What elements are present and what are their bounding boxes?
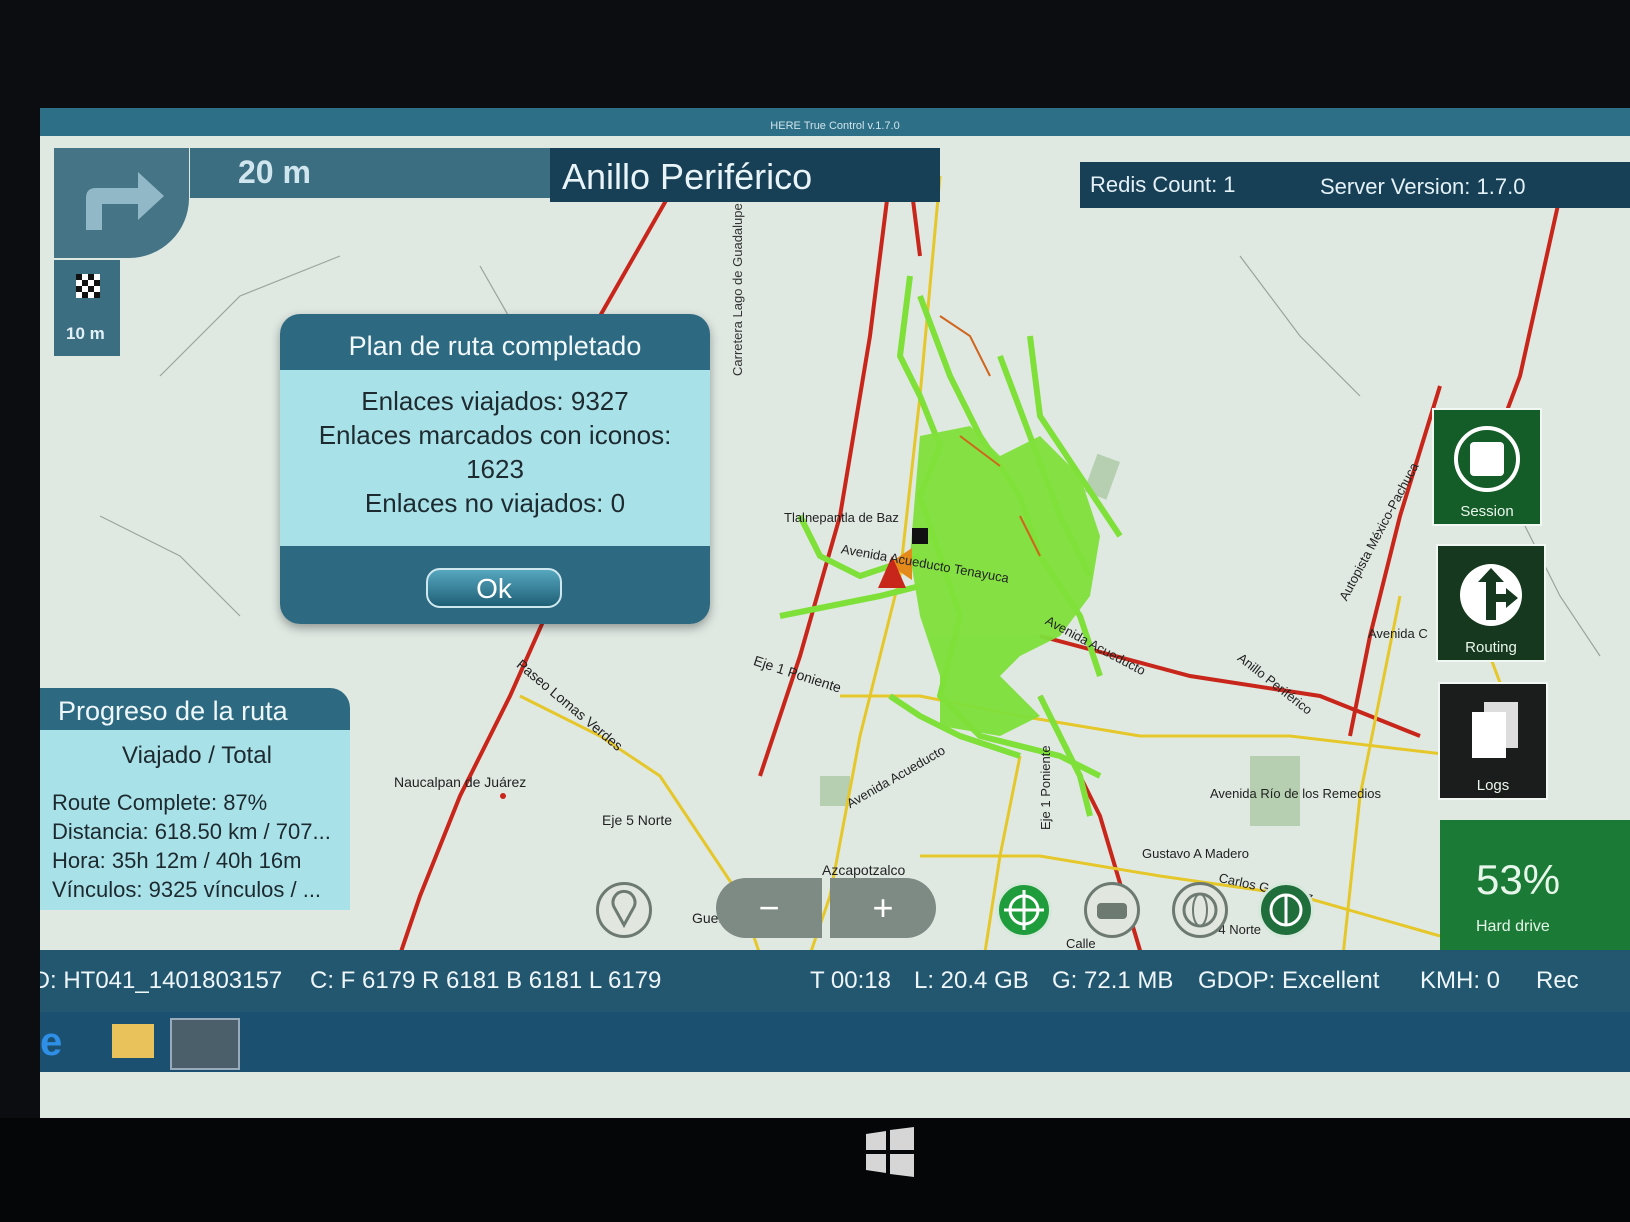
- route-complete: Route Complete: 87%: [52, 790, 268, 815]
- session-button[interactable]: Session: [1432, 408, 1542, 526]
- map-label-calle: Calle: [1066, 936, 1096, 951]
- windows-logo-icon[interactable]: [864, 1126, 916, 1178]
- globe-button[interactable]: [1172, 882, 1228, 938]
- links-marked-label: Enlaces marcados con iconos:: [318, 420, 672, 450]
- car-icon: [1097, 903, 1127, 919]
- links-marked-value: 1623: [466, 454, 524, 484]
- route-progress-panel: Progreso de la ruta Viajado / Total Rout…: [40, 688, 350, 910]
- map-label-gustavo: Gustavo A Madero: [1142, 846, 1249, 861]
- window-title: HERE True Control v.1.7.0: [40, 108, 1630, 136]
- map-label-rio-remedios: Avenida Río de los Remedios: [1210, 786, 1382, 801]
- logs-label: Logs: [1476, 777, 1510, 794]
- redis-count: Redis Count: 1: [1080, 162, 1310, 208]
- hard-drive-label: Hard drive: [1476, 918, 1550, 935]
- routing-icon: [1460, 564, 1522, 626]
- stop-session-icon: [1454, 426, 1520, 492]
- file-explorer-icon[interactable]: [112, 1024, 154, 1058]
- hard-drive-tile[interactable]: 53% Hard drive: [1440, 820, 1630, 950]
- map-label-azcapotzalco: Azcapotzalco: [822, 862, 906, 878]
- logs-button[interactable]: Logs: [1438, 682, 1548, 800]
- gps-storage: G: 72.1 MB: [1052, 967, 1174, 994]
- progress-subtitle: Viajado / Total: [122, 742, 272, 769]
- ok-button[interactable]: Ok: [426, 568, 562, 608]
- session-id: ID: HT041_1401803157: [40, 967, 283, 994]
- turn-distance-bar: 20 m: [190, 148, 550, 198]
- internet-explorer-icon[interactable]: e: [40, 1020, 84, 1064]
- links: Vínculos: 9325 vínculos / ...: [52, 877, 322, 902]
- location-pin-icon: [611, 889, 637, 929]
- map-label-tlalnepantla: Tlalnepantla de Baz: [784, 510, 899, 525]
- compass-icon: [1269, 893, 1303, 927]
- map-label-carretera: Carretera Lago de Guadalupe: [730, 203, 745, 376]
- counters: C: F 6179 R 6181 B 6181 L 6179: [310, 967, 662, 994]
- progress-body: Viajado / Total Route Complete: 87% Dist…: [40, 730, 350, 910]
- dialog-footer: Ok: [280, 546, 710, 624]
- location-pin-button[interactable]: [596, 882, 652, 938]
- checkered-flag-icon: [76, 274, 100, 298]
- device-bezel: [0, 1118, 1630, 1222]
- turn-instruction-panel[interactable]: [54, 148, 189, 258]
- timer: T 00:18: [810, 967, 891, 994]
- hard-drive-percent: 53%: [1476, 856, 1561, 903]
- map-label-avenida-c: Avenida C: [1368, 626, 1428, 641]
- turn-right-arrow-icon: [86, 172, 164, 230]
- session-label: Session: [1460, 503, 1514, 520]
- device-screen: HERE True Control v.1.7.0 Tlalnepantla d…: [40, 108, 1630, 1118]
- routing-label: Routing: [1465, 639, 1517, 656]
- recenter-button[interactable]: [996, 882, 1052, 938]
- speed: KMH: 0: [1420, 967, 1501, 994]
- local-storage: L: 20.4 GB: [914, 967, 1029, 994]
- distance: Distancia: 618.50 km / 707...: [52, 819, 331, 844]
- dialog-body: Enlaces viajados: 9327 Enlaces marcados …: [280, 370, 710, 546]
- crosshair-icon: [1004, 890, 1044, 930]
- taskbar: e: [40, 1012, 1630, 1072]
- links-traveled: Enlaces viajados: 9327: [361, 386, 629, 416]
- time: Hora: 35h 12m / 40h 16m: [52, 848, 302, 873]
- vehicle-view-button[interactable]: [1084, 882, 1140, 938]
- zoom-in-button[interactable]: +: [830, 878, 936, 938]
- dialog-title: Plan de ruta completado: [280, 314, 710, 370]
- links-not-traveled: Enlaces no viajados: 0: [364, 488, 626, 518]
- status-bar: ID: HT041_1401803157 C: F 6179 R 6181 B …: [40, 950, 1630, 1012]
- globe-icon: [1182, 892, 1218, 928]
- turn-distance: 20 m: [238, 154, 311, 190]
- next-distance: 10 m: [66, 324, 105, 343]
- next-maneuver-panel: 10 m: [54, 260, 120, 356]
- map-label-eje1-poniente-vertical: Eje 1 Poniente: [1038, 745, 1053, 830]
- app-taskbar-icon[interactable]: [170, 1018, 240, 1070]
- compass-button[interactable]: [1258, 882, 1314, 938]
- map-label-eje5: Eje 5 Norte: [602, 812, 673, 828]
- rec-indicator: Rec: [1536, 967, 1579, 994]
- logs-icon: [1472, 702, 1518, 758]
- street-name: Anillo Periférico: [550, 148, 940, 202]
- gdop: GDOP: Excellent: [1198, 967, 1380, 994]
- server-version: Server Version: 1.7.0: [1310, 162, 1630, 208]
- map-label-naucalpan: Naucalpan de Juárez: [394, 774, 527, 790]
- route-complete-dialog: Plan de ruta completado Enlaces viajados…: [280, 314, 710, 624]
- zoom-out-button[interactable]: −: [716, 878, 822, 938]
- routing-button[interactable]: Routing: [1436, 544, 1546, 662]
- progress-title: Progreso de la ruta: [40, 688, 350, 730]
